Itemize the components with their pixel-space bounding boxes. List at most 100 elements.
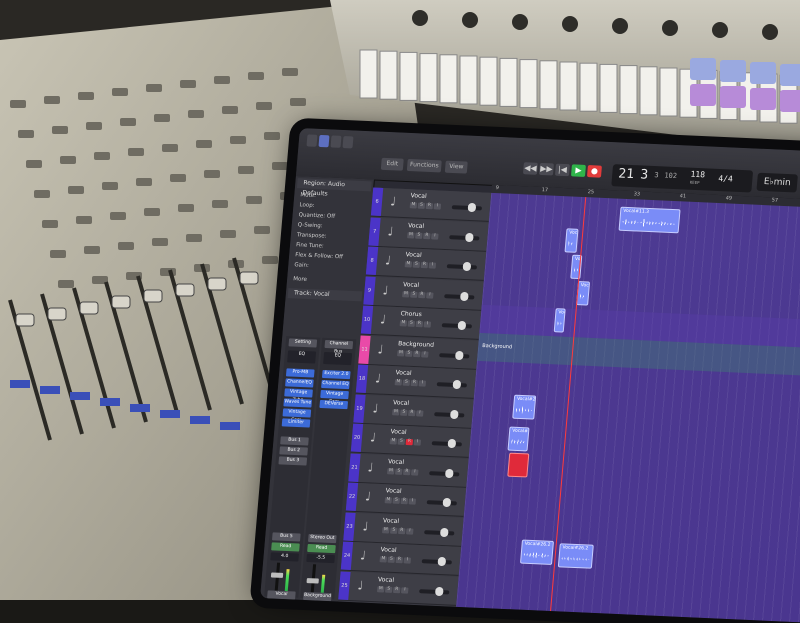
arrangement-area[interactable]: Background Vocal#11.3 Vocal#4 Vocal#4 Vocal… bbox=[456, 192, 800, 623]
mute-button[interactable]: M bbox=[387, 467, 395, 475]
edit-menu[interactable]: Edit bbox=[380, 157, 404, 171]
track-volume-slider[interactable] bbox=[444, 291, 475, 301]
input-button[interactable]: I bbox=[423, 321, 432, 328]
record-button[interactable]: R bbox=[418, 291, 426, 298]
input-button[interactable]: I bbox=[411, 468, 419, 476]
input-button[interactable]: I bbox=[418, 380, 427, 387]
track-volume-knob[interactable] bbox=[465, 232, 474, 242]
view-menu[interactable]: View bbox=[444, 160, 468, 174]
track-header[interactable]: 21 ♩ Vocal M S R I bbox=[348, 453, 469, 488]
record-button[interactable]: R bbox=[408, 409, 416, 416]
mute-button[interactable]: M bbox=[392, 408, 400, 416]
play-icon[interactable]: ▶ bbox=[570, 164, 586, 177]
record-button[interactable]: R bbox=[413, 350, 421, 357]
solo-button[interactable]: S bbox=[397, 438, 406, 445]
track-name[interactable]: Vocal bbox=[393, 399, 410, 407]
track-header[interactable]: 25 ♩ Vocal M S R I bbox=[338, 571, 459, 606]
track-header[interactable]: 8 ♩ Vocal M S R I bbox=[365, 246, 487, 281]
volume-fader-handle[interactable] bbox=[270, 572, 284, 578]
audio-region[interactable]: Vocal#4 bbox=[564, 228, 579, 253]
track-volume-knob[interactable] bbox=[437, 556, 447, 567]
plugin-slot[interactable]: DEVerse bbox=[319, 399, 349, 410]
solo-button[interactable]: S bbox=[412, 261, 421, 268]
track-name[interactable]: Vocal bbox=[385, 487, 402, 495]
plugin-slot[interactable]: Vintage Tube bbox=[284, 388, 313, 403]
track-volume-slider[interactable] bbox=[451, 202, 483, 213]
input-button[interactable]: I bbox=[431, 232, 439, 240]
audio-region[interactable]: Vocal#26.2 bbox=[557, 543, 594, 569]
track-volume-slider[interactable] bbox=[449, 232, 480, 242]
track-header[interactable]: 19 ♩ Vocal M S R I bbox=[353, 394, 474, 429]
region-parameter[interactable]: Transpose: bbox=[297, 232, 327, 239]
track-volume-slider[interactable] bbox=[441, 320, 473, 331]
track-name[interactable]: Chorus bbox=[400, 310, 422, 318]
solo-button[interactable]: S bbox=[405, 350, 413, 357]
mute-button[interactable]: M bbox=[384, 497, 393, 504]
track-header[interactable]: 7 ♩ Vocal M S R I bbox=[368, 217, 489, 252]
track-volume-knob[interactable] bbox=[460, 291, 469, 301]
send-bus-button[interactable]: Bus 2 bbox=[279, 446, 308, 456]
track-header[interactable]: 9 ♩ Vocal M S R I bbox=[363, 276, 484, 311]
mute-button[interactable]: M bbox=[404, 261, 413, 268]
region-parameter[interactable]: Flex & Follow: Off bbox=[295, 252, 343, 260]
plugin-slot[interactable]: ChannelEQ bbox=[285, 378, 314, 388]
track-header[interactable]: 11 ♩ Background M S R I bbox=[358, 335, 479, 370]
solo-button[interactable]: S bbox=[395, 468, 403, 475]
quick-help-button[interactable] bbox=[330, 135, 342, 148]
eq-display[interactable]: EQ bbox=[323, 351, 353, 366]
track-volume-slider[interactable] bbox=[439, 350, 470, 360]
audio-region[interactable]: Vocal#21 bbox=[512, 394, 537, 420]
track-volume-knob[interactable] bbox=[447, 438, 457, 449]
plugin-slot[interactable]: Waves Tune bbox=[283, 398, 313, 408]
track-name[interactable]: Vocal bbox=[390, 428, 407, 436]
region-inspector-header[interactable]: Region: Audio Defaults bbox=[296, 178, 372, 197]
track-header[interactable]: 24 ♩ Vocal M S R I bbox=[340, 541, 462, 576]
track-header[interactable]: 20 ♩ Vocal M S R I bbox=[350, 423, 472, 458]
track-header[interactable]: 6 ♩ Vocal M S R I bbox=[370, 187, 492, 222]
track-volume-slider[interactable] bbox=[446, 261, 478, 272]
audio-region[interactable]: Vocal#4 bbox=[553, 308, 566, 333]
solo-button[interactable]: S bbox=[385, 586, 393, 593]
mute-button[interactable]: M bbox=[409, 202, 418, 209]
automation-read-button[interactable]: Read bbox=[307, 543, 336, 554]
automation-read-button[interactable]: Read bbox=[271, 542, 300, 552]
setting-button[interactable]: Setting bbox=[288, 338, 318, 348]
track-name[interactable]: Vocal bbox=[410, 192, 427, 200]
region-parameter[interactable]: Mute: bbox=[300, 192, 316, 199]
input-button[interactable]: I bbox=[428, 262, 437, 269]
track-volume-slider[interactable] bbox=[436, 379, 468, 390]
to-start-icon[interactable]: |◀ bbox=[554, 163, 570, 177]
solo-button[interactable]: S bbox=[410, 291, 418, 298]
record-button[interactable]: R bbox=[423, 232, 431, 239]
mute-button[interactable]: M bbox=[382, 526, 390, 534]
track-name[interactable]: Vocal bbox=[383, 517, 400, 525]
track-name[interactable]: Vocal bbox=[388, 458, 405, 466]
track-name[interactable]: Vocal bbox=[378, 576, 395, 584]
solo-button[interactable]: S bbox=[407, 320, 416, 327]
track-name[interactable]: Vocal bbox=[395, 369, 412, 377]
record-button[interactable]: R bbox=[403, 468, 411, 475]
input-button[interactable]: I bbox=[433, 203, 442, 210]
send-bus-button[interactable]: Bus 3 bbox=[278, 456, 308, 466]
mute-button[interactable]: M bbox=[402, 290, 410, 298]
track-volume-slider[interactable] bbox=[434, 409, 465, 419]
output-button[interactable]: Stereo Out bbox=[307, 533, 337, 544]
track-header[interactable]: 22 ♩ Vocal M S R I bbox=[345, 482, 467, 517]
record-button[interactable]: R bbox=[393, 586, 401, 593]
input-button[interactable]: I bbox=[426, 291, 434, 299]
track-volume-slider[interactable] bbox=[429, 468, 460, 478]
input-button[interactable]: I bbox=[401, 586, 409, 594]
track-volume-slider[interactable] bbox=[419, 586, 450, 596]
track-volume-knob[interactable] bbox=[452, 379, 462, 390]
plugin-slot[interactable]: Pro-MB bbox=[285, 368, 315, 378]
track-name[interactable]: Background bbox=[398, 340, 434, 349]
send-bus-button[interactable]: Bus 1 bbox=[280, 436, 309, 446]
plugin-slot[interactable]: Limiter bbox=[281, 418, 311, 428]
audio-region[interactable]: Vocal#11.3 bbox=[618, 206, 681, 234]
input-button[interactable]: I bbox=[421, 350, 429, 358]
rewind-icon[interactable]: ◀◀ bbox=[522, 162, 538, 175]
mute-button[interactable]: M bbox=[397, 349, 405, 357]
record-button[interactable]: R bbox=[398, 527, 406, 534]
eq-display[interactable]: EQ bbox=[287, 350, 317, 364]
input-button[interactable]: I bbox=[416, 409, 424, 417]
